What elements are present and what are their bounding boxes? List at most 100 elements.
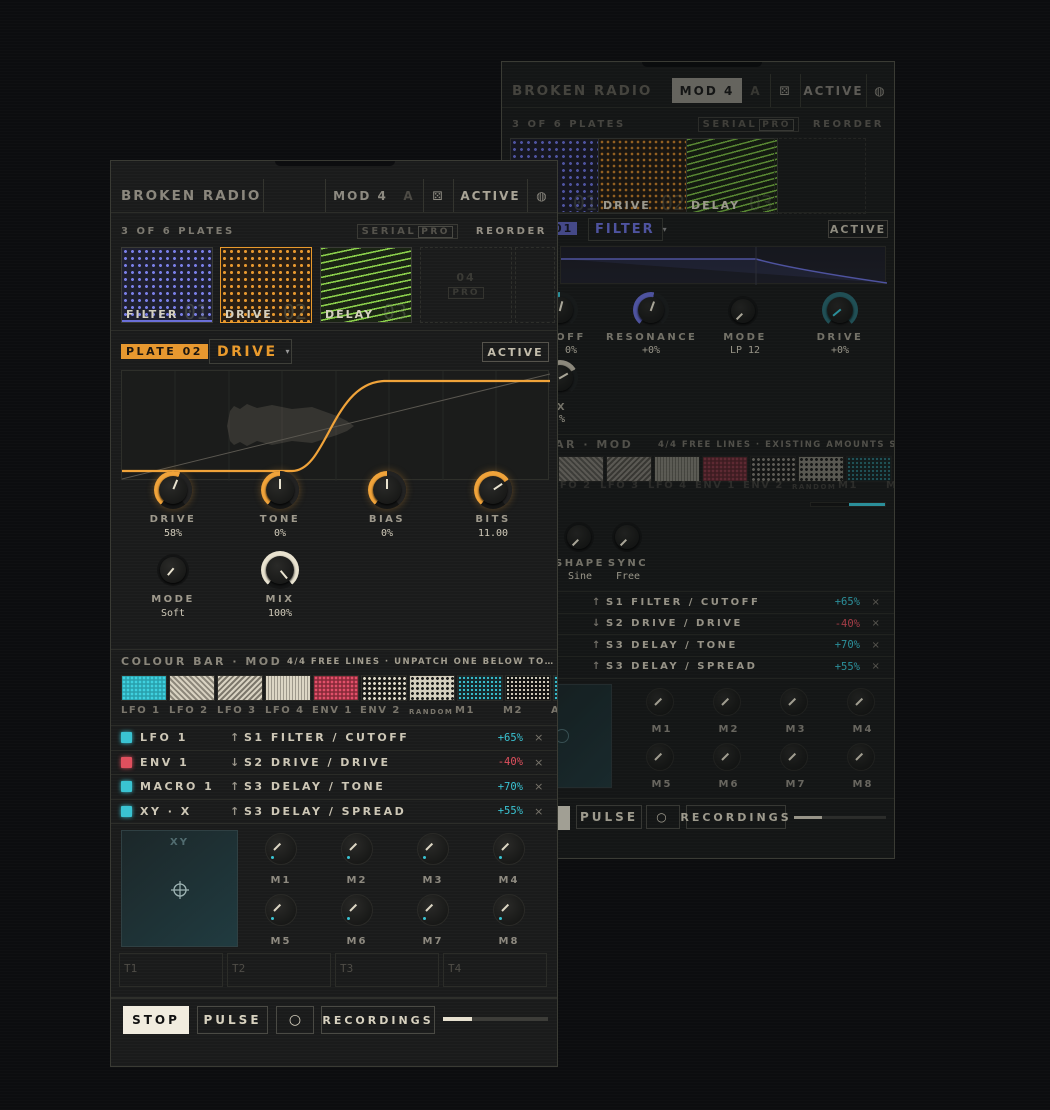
reorder-button[interactable]: REORDER: [476, 226, 547, 237]
source-swatch-random[interactable]: [409, 675, 455, 701]
route-amount[interactable]: +55%: [810, 661, 860, 673]
source-swatch-env2[interactable]: [361, 675, 407, 701]
macro-knob-m4[interactable]: [493, 833, 525, 865]
back-recordings-button[interactable]: RECORDINGS: [680, 805, 789, 829]
macro-knob-m6[interactable]: [713, 743, 741, 771]
back-shape-knob[interactable]: [564, 522, 594, 552]
route-amount[interactable]: +65%: [810, 596, 860, 608]
active-button[interactable]: ACTIVE: [453, 179, 527, 212]
globe-icon[interactable]: ◍: [527, 179, 557, 212]
trigger-slot-t2[interactable]: T2: [227, 953, 331, 987]
macro-knob-m8[interactable]: [847, 743, 875, 771]
a-tab[interactable]: A: [742, 74, 770, 107]
back-recording-meter[interactable]: [794, 816, 886, 819]
macro-knob-m5[interactable]: [265, 894, 297, 926]
serial-toggle[interactable]: SERIAL PRO: [356, 223, 458, 239]
back-mode-knob[interactable]: [728, 296, 758, 326]
macro-knob-m3[interactable]: [417, 833, 449, 865]
remove-route-icon[interactable]: ×: [860, 640, 894, 651]
back-active-button[interactable]: ACTIVE: [828, 220, 888, 238]
tone-knob[interactable]: [261, 471, 299, 509]
route-row[interactable]: MACRO 1 ↑ S3 DELAY / TONE +70% ×: [111, 774, 557, 798]
source-swatch-m1[interactable]: [457, 675, 503, 701]
source-swatch-lfo3[interactable]: [606, 456, 652, 482]
macro-knob-m6[interactable]: [341, 894, 373, 926]
route-amount[interactable]: -40%: [473, 756, 523, 768]
mod-tab[interactable]: MOD 4: [672, 78, 742, 103]
back-plate-delay[interactable]: DELAY 03: [686, 138, 778, 214]
xy-pad[interactable]: XY: [121, 830, 238, 947]
source-swatch-lfo4[interactable]: [654, 456, 700, 482]
dice-icon[interactable]: ⚄: [770, 74, 800, 107]
plate-filter[interactable]: FILTER 01: [121, 247, 213, 323]
macro-knob-m2[interactable]: [713, 688, 741, 716]
plate-drive[interactable]: DRIVE 02: [220, 247, 312, 323]
source-swatch-env1[interactable]: [313, 675, 359, 701]
drive-knob[interactable]: [154, 471, 192, 509]
back-record-button[interactable]: ○: [646, 805, 680, 829]
route-amount[interactable]: -40%: [810, 618, 860, 630]
macro-knob-m3[interactable]: [780, 688, 808, 716]
source-swatch-m2[interactable]: [505, 675, 551, 701]
route-row[interactable]: LFO 1 ↑ S1 FILTER / CUTOFF +65% ×: [111, 725, 557, 749]
source-swatch-m2[interactable]: [894, 456, 895, 482]
recording-level-slider[interactable]: [443, 1017, 548, 1021]
mod-tab[interactable]: MOD 4: [325, 179, 395, 212]
back-plate-select[interactable]: FILTER ▾: [588, 218, 667, 241]
active-button[interactable]: ACTIVE: [800, 74, 866, 107]
remove-route-icon[interactable]: ×: [860, 661, 894, 672]
back-pulse-button[interactable]: PULSE: [576, 805, 642, 829]
stop-button[interactable]: STOP: [123, 1006, 189, 1034]
plate-empty-slot[interactable]: 04 PRO: [420, 247, 512, 323]
macro-knob-m5[interactable]: [646, 743, 674, 771]
plate-select[interactable]: DRIVE ▾: [209, 339, 292, 364]
macro-knob-m4[interactable]: [847, 688, 875, 716]
macro-knob-m7[interactable]: [417, 894, 449, 926]
bias-knob[interactable]: [368, 471, 406, 509]
remove-route-icon[interactable]: ×: [860, 597, 894, 608]
plate-delay[interactable]: DELAY 03: [320, 247, 412, 323]
a-tab[interactable]: A: [395, 179, 423, 212]
route-amount[interactable]: +70%: [810, 639, 860, 651]
source-swatch-lfo2[interactable]: [558, 456, 604, 482]
source-swatch-lfo2[interactable]: [169, 675, 215, 701]
globe-icon[interactable]: ◍: [866, 74, 894, 107]
trigger-slot-t3[interactable]: T3: [335, 953, 439, 987]
macro-knob-m1[interactable]: [265, 833, 297, 865]
macro-knob-m2[interactable]: [341, 833, 373, 865]
mix-knob[interactable]: [261, 551, 299, 589]
trigger-slot-t1[interactable]: T1: [119, 953, 223, 987]
dice-icon[interactable]: ⚄: [423, 179, 453, 212]
macro-knob-m8[interactable]: [493, 894, 525, 926]
route-row[interactable]: 1↓S2 DRIVE / DRIVE-40%×: [502, 612, 894, 634]
pulse-button[interactable]: PULSE: [197, 1006, 268, 1034]
route-amount[interactable]: +55%: [473, 805, 523, 817]
source-swatch-lfo3[interactable]: [217, 675, 263, 701]
source-swatch-a[interactable]: [553, 675, 557, 701]
route-row[interactable]: RO 1↑S3 DELAY / TONE+70%×: [502, 634, 894, 655]
source-swatch-env1[interactable]: [702, 456, 748, 482]
back-resonance-knob[interactable]: [633, 292, 669, 328]
plate-empty-slot-2[interactable]: [515, 247, 555, 323]
remove-route-icon[interactable]: ×: [523, 805, 557, 818]
source-swatch-random[interactable]: [798, 456, 844, 482]
trigger-slot-t4[interactable]: T4: [443, 953, 547, 987]
source-swatch-env2[interactable]: [750, 456, 796, 482]
source-swatch-lfo4[interactable]: [265, 675, 311, 701]
remove-route-icon[interactable]: ×: [523, 756, 557, 769]
route-amount[interactable]: +70%: [473, 781, 523, 793]
route-row[interactable]: XY · X ↑ S3 DELAY / SPREAD +55% ×: [111, 798, 557, 823]
back-sync-knob[interactable]: [612, 522, 642, 552]
remove-route-icon[interactable]: ×: [860, 618, 894, 629]
reorder-button[interactable]: REORDER: [813, 119, 884, 130]
back-plate-drive[interactable]: DRIVE 02: [598, 138, 690, 214]
route-row[interactable]: X↑S3 DELAY / SPREAD+55%×: [502, 655, 894, 677]
route-row[interactable]: 1↑S1 FILTER / CUTOFF+65%×: [502, 591, 894, 612]
source-swatch-m1[interactable]: [846, 456, 892, 482]
route-row[interactable]: ENV 1 ↓ S2 DRIVE / DRIVE -40% ×: [111, 749, 557, 774]
bits-knob[interactable]: [474, 471, 512, 509]
remove-route-icon[interactable]: ×: [523, 731, 557, 744]
source-swatch-lfo1[interactable]: [121, 675, 167, 701]
serial-toggle[interactable]: SERIAL PRO: [697, 116, 799, 132]
macro-knob-m7[interactable]: [780, 743, 808, 771]
